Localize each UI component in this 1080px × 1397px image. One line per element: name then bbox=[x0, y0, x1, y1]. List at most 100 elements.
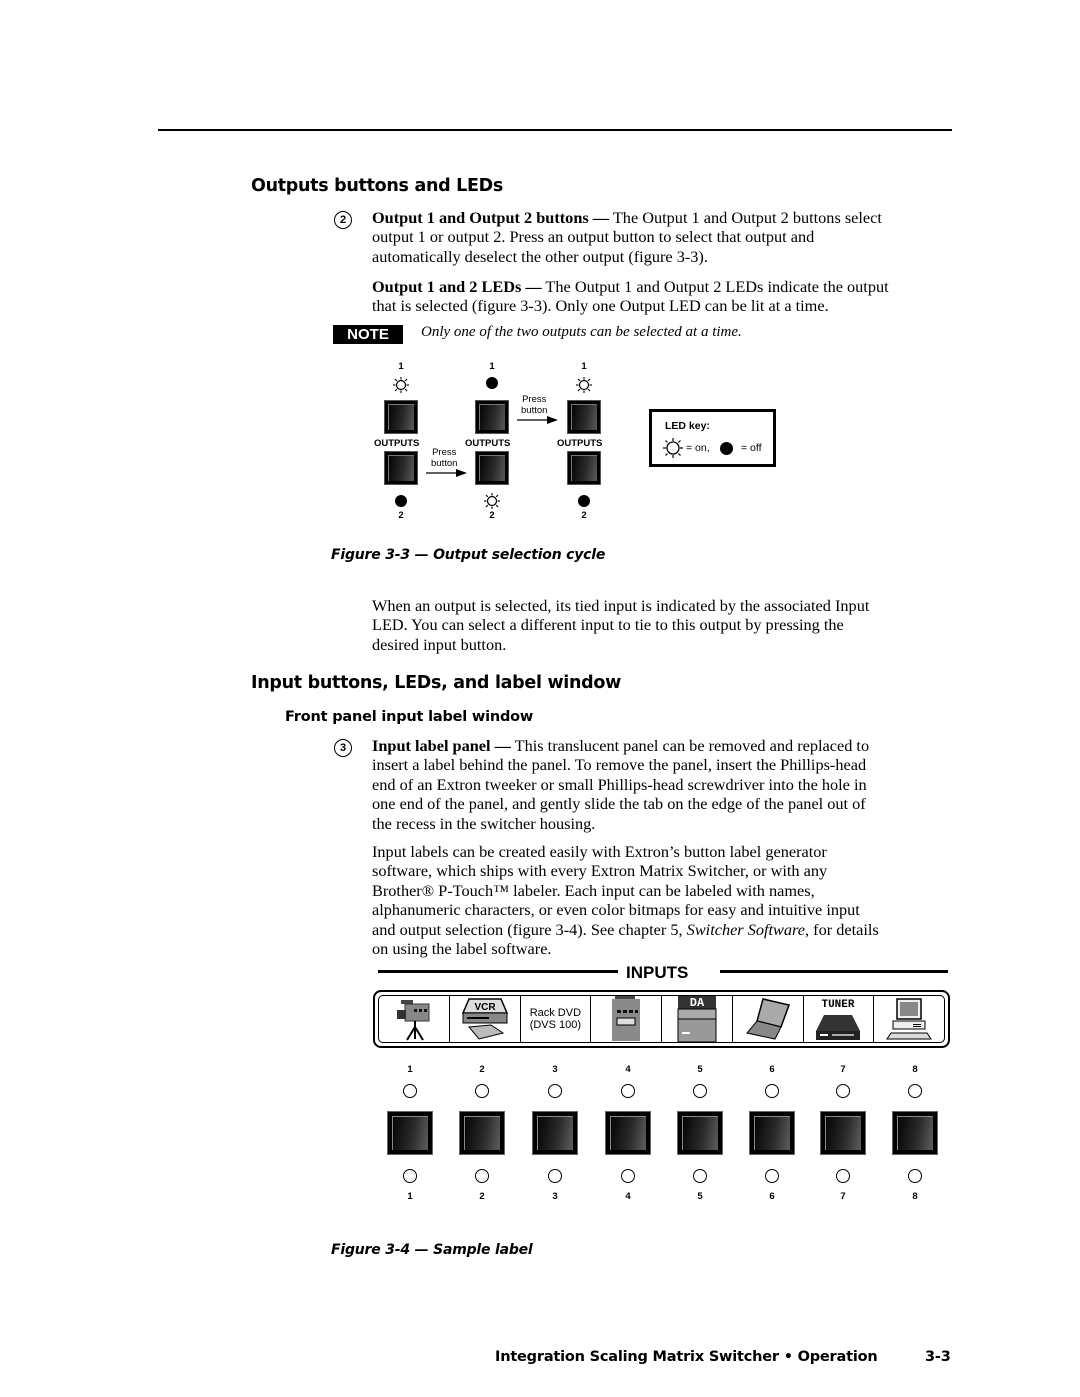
paragraph-output-buttons: Output 1 and Output 2 buttons — The Outp… bbox=[372, 208, 882, 266]
paragraph-label-software: Input labels can be created easily with … bbox=[372, 842, 879, 959]
input-number-top: 8 bbox=[912, 1064, 918, 1075]
led-on-icon bbox=[663, 438, 683, 458]
input-number-bottom: 7 bbox=[840, 1191, 846, 1202]
term-output-leds: Output 1 and 2 LEDs — bbox=[372, 277, 542, 296]
input-led-top bbox=[908, 1084, 922, 1098]
input-led-top bbox=[693, 1084, 707, 1098]
led-key-box: LED key: = on, = off bbox=[649, 409, 776, 467]
input-1-button[interactable] bbox=[387, 1111, 433, 1155]
input-number-bottom: 4 bbox=[625, 1191, 631, 1202]
output-1-button[interactable] bbox=[475, 400, 509, 434]
paragraph-input-label-panel: Input label panel — This translucent pan… bbox=[372, 736, 870, 833]
input-number-top: 3 bbox=[552, 1064, 558, 1075]
input-label-panel[interactable]: VCR Rack DVD (DVS 100) DA TUNER bbox=[373, 990, 950, 1048]
page-number: 3-3 bbox=[925, 1349, 951, 1365]
vcr-icon: VCR bbox=[461, 998, 508, 1040]
input-number-top: 5 bbox=[697, 1064, 703, 1075]
input-number-bottom: 1 bbox=[407, 1191, 413, 1202]
input-4-button[interactable] bbox=[605, 1111, 651, 1155]
output-1-button[interactable] bbox=[384, 400, 418, 434]
term-output-buttons: Output 1 and Output 2 buttons — bbox=[372, 208, 610, 227]
input-led-top bbox=[475, 1084, 489, 1098]
input-led-top bbox=[548, 1084, 562, 1098]
output-number-2: 2 bbox=[581, 510, 587, 521]
input-led-bottom bbox=[908, 1169, 922, 1183]
paragraph-output-leds: Output 1 and 2 LEDs — The Output 1 and O… bbox=[372, 277, 889, 316]
input-led-top bbox=[621, 1084, 635, 1098]
output-number-1: 1 bbox=[581, 361, 587, 372]
input-number-top: 1 bbox=[407, 1064, 413, 1075]
led-on-icon bbox=[484, 493, 500, 509]
distribution-amp-icon: DA bbox=[677, 996, 717, 1042]
input-2-button[interactable] bbox=[459, 1111, 505, 1155]
link-switcher-software: Switcher Software bbox=[686, 919, 806, 939]
svg-text:TUNER: TUNER bbox=[822, 999, 855, 1011]
input-number-top: 6 bbox=[769, 1064, 775, 1075]
input-led-top bbox=[403, 1084, 417, 1098]
input-number-bottom: 8 bbox=[912, 1191, 918, 1202]
input-led-bottom bbox=[765, 1169, 779, 1183]
output-2-button[interactable] bbox=[475, 451, 509, 485]
outputs-label: OUTPUTS bbox=[557, 438, 603, 449]
output-number-2: 2 bbox=[489, 510, 495, 521]
input-5-button[interactable] bbox=[677, 1111, 723, 1155]
input-number-bottom: 5 bbox=[697, 1191, 703, 1202]
input-led-bottom bbox=[693, 1169, 707, 1183]
led-key-off-text: = off bbox=[741, 442, 762, 454]
input-number-top: 7 bbox=[840, 1064, 846, 1075]
note-text: Only one of the two outputs can be selec… bbox=[421, 324, 742, 340]
input-number-bottom: 2 bbox=[479, 1191, 485, 1202]
input-number-top: 4 bbox=[625, 1064, 631, 1075]
label-cell-5: DA bbox=[662, 996, 733, 1042]
output-2-button[interactable] bbox=[384, 451, 418, 485]
arrow-right-icon bbox=[426, 469, 467, 477]
input-8-button[interactable] bbox=[892, 1111, 938, 1155]
input-number-bottom: 6 bbox=[769, 1191, 775, 1202]
input-led-bottom bbox=[475, 1169, 489, 1183]
device-panel-icon bbox=[612, 996, 641, 1041]
header-rule bbox=[158, 129, 952, 131]
figure-caption-3-4: Figure 3-4 — Sample label bbox=[331, 1242, 533, 1258]
led-key-title: LED key: bbox=[665, 420, 710, 432]
term-input-label-panel: Input label panel — bbox=[372, 736, 511, 755]
tuner-icon: TUNER bbox=[816, 999, 861, 1040]
press-button-label: Press button bbox=[521, 394, 548, 416]
input-led-bottom bbox=[836, 1169, 850, 1183]
label-cell-1 bbox=[379, 996, 450, 1042]
led-on-icon bbox=[393, 377, 409, 393]
input-number-bottom: 3 bbox=[552, 1191, 558, 1202]
video-camera-icon bbox=[396, 1000, 430, 1041]
label-cell-4 bbox=[591, 996, 662, 1042]
outputs-label: OUTPUTS bbox=[374, 438, 420, 449]
paragraph-tied-input: When an output is selected, its tied inp… bbox=[372, 596, 870, 654]
laptop-icon bbox=[745, 998, 790, 1040]
input-led-bottom bbox=[621, 1169, 635, 1183]
led-off-icon bbox=[395, 495, 407, 507]
svg-text:VCR: VCR bbox=[474, 1002, 496, 1013]
inputs-rule-right bbox=[720, 970, 948, 973]
output-number-1: 1 bbox=[398, 361, 404, 372]
output-2-button[interactable] bbox=[567, 451, 601, 485]
label-cell-8 bbox=[874, 996, 944, 1042]
input-3-button[interactable] bbox=[532, 1111, 578, 1155]
inputs-title: INPUTS bbox=[626, 963, 689, 982]
outputs-label: OUTPUTS bbox=[465, 438, 511, 449]
subheading-label-window: Front panel input label window bbox=[285, 709, 534, 725]
output-1-button[interactable] bbox=[567, 400, 601, 434]
label-cell-6 bbox=[733, 996, 804, 1042]
output-number-2: 2 bbox=[398, 510, 404, 521]
input-6-button[interactable] bbox=[749, 1111, 795, 1155]
callout-number-3: 3 bbox=[334, 739, 352, 757]
output-number-1: 1 bbox=[489, 361, 495, 372]
svg-text:DA: DA bbox=[690, 996, 705, 1010]
inputs-rule-left bbox=[378, 970, 618, 973]
label-cell-7: TUNER bbox=[804, 996, 875, 1042]
input-7-button[interactable] bbox=[820, 1111, 866, 1155]
label-cell-2: VCR bbox=[450, 996, 521, 1042]
section-heading-inputs: Input buttons, LEDs, and label window bbox=[251, 673, 621, 693]
figure-caption-3-3: Figure 3-3 — Output selection cycle bbox=[331, 547, 606, 563]
input-led-top bbox=[836, 1084, 850, 1098]
input-led-bottom bbox=[403, 1169, 417, 1183]
arrow-right-icon bbox=[517, 416, 558, 424]
led-off-icon bbox=[720, 442, 733, 455]
